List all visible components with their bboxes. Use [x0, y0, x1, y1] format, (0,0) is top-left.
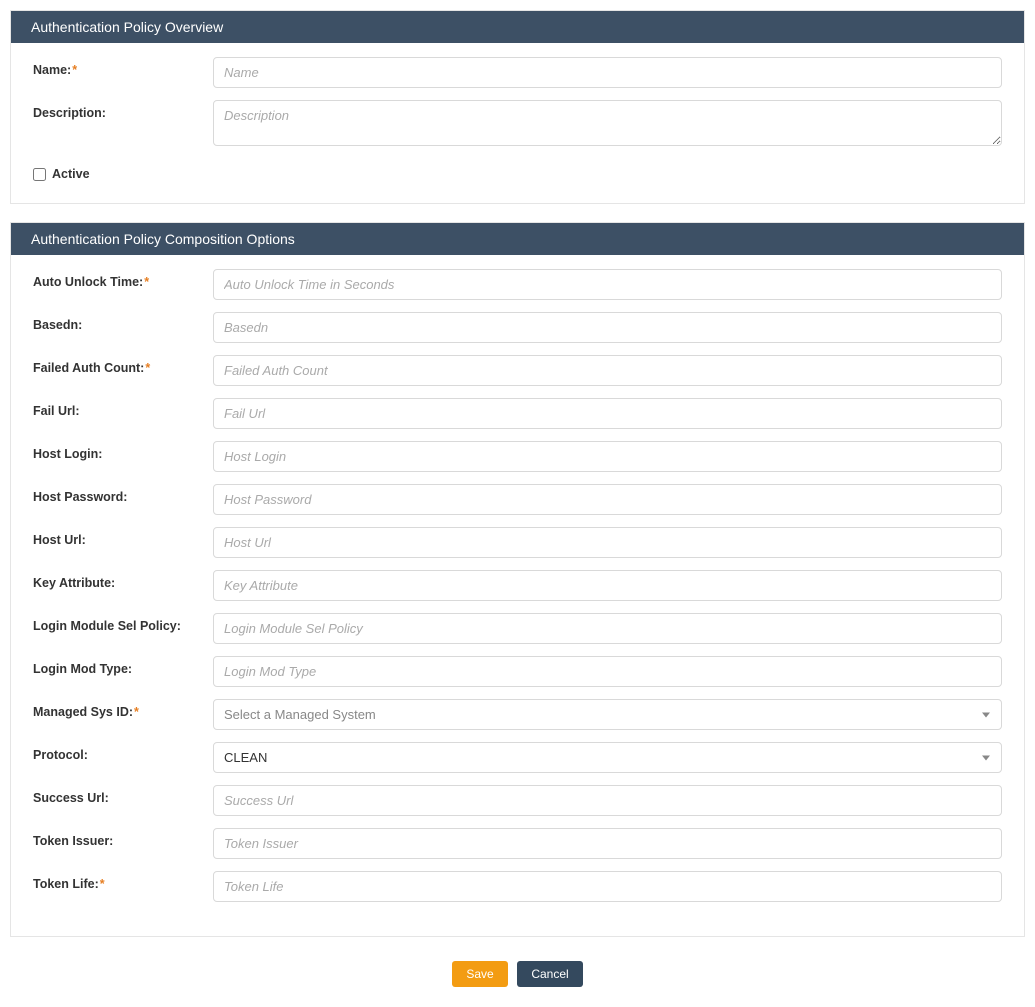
token-life-input[interactable] — [213, 871, 1002, 902]
save-button[interactable]: Save — [452, 961, 507, 987]
failed-auth-count-label: Failed Auth Count:* — [33, 355, 213, 375]
overview-section: Authentication Policy Overview Name:* De… — [10, 10, 1025, 204]
host-login-label: Host Login: — [33, 441, 213, 461]
basedn-row: Basedn: — [33, 312, 1002, 343]
auto-unlock-time-label: Auto Unlock Time:* — [33, 269, 213, 289]
name-label-text: Name: — [33, 63, 71, 77]
host-url-row: Host Url: — [33, 527, 1002, 558]
token-life-row: Token Life:* — [33, 871, 1002, 902]
overview-section-header: Authentication Policy Overview — [11, 11, 1024, 43]
description-label-text: Description: — [33, 106, 106, 120]
overview-section-title: Authentication Policy Overview — [31, 19, 223, 35]
protocol-row: Protocol: CLEAN — [33, 742, 1002, 773]
success-url-row: Success Url: — [33, 785, 1002, 816]
basedn-input[interactable] — [213, 312, 1002, 343]
token-issuer-input[interactable] — [213, 828, 1002, 859]
host-password-row: Host Password: — [33, 484, 1002, 515]
token-issuer-label: Token Issuer: — [33, 828, 213, 848]
composition-section-title: Authentication Policy Composition Option… — [31, 231, 295, 247]
name-label: Name:* — [33, 57, 213, 77]
host-login-input[interactable] — [213, 441, 1002, 472]
name-required-asterisk: * — [72, 63, 77, 77]
description-label: Description: — [33, 100, 213, 120]
composition-section: Authentication Policy Composition Option… — [10, 222, 1025, 937]
protocol-label: Protocol: — [33, 742, 213, 762]
login-mod-type-row: Login Mod Type: — [33, 656, 1002, 687]
managed-sys-id-row: Managed Sys ID:* Select a Managed System — [33, 699, 1002, 730]
active-row[interactable]: Active — [33, 167, 1002, 181]
token-issuer-row: Token Issuer: — [33, 828, 1002, 859]
fail-url-row: Fail Url: — [33, 398, 1002, 429]
login-mod-type-input[interactable] — [213, 656, 1002, 687]
chevron-down-icon — [982, 755, 990, 760]
protocol-select[interactable]: CLEAN — [213, 742, 1002, 773]
managed-sys-id-label: Managed Sys ID:* — [33, 699, 213, 719]
overview-section-body: Name:* Description: Active — [11, 43, 1024, 203]
host-login-row: Host Login: — [33, 441, 1002, 472]
host-password-input[interactable] — [213, 484, 1002, 515]
managed-sys-id-selected: Select a Managed System — [213, 699, 1002, 730]
cancel-button[interactable]: Cancel — [517, 961, 582, 987]
success-url-label: Success Url: — [33, 785, 213, 805]
description-row: Description: — [33, 100, 1002, 149]
key-attribute-input[interactable] — [213, 570, 1002, 601]
protocol-selected: CLEAN — [213, 742, 1002, 773]
failed-auth-count-input[interactable] — [213, 355, 1002, 386]
auto-unlock-time-input[interactable] — [213, 269, 1002, 300]
token-life-label: Token Life:* — [33, 871, 213, 891]
button-row: Save Cancel — [0, 961, 1035, 987]
basedn-label: Basedn: — [33, 312, 213, 332]
name-input[interactable] — [213, 57, 1002, 88]
active-checkbox[interactable] — [33, 168, 46, 181]
name-row: Name:* — [33, 57, 1002, 88]
host-password-label: Host Password: — [33, 484, 213, 504]
description-textarea[interactable] — [213, 100, 1002, 146]
key-attribute-label: Key Attribute: — [33, 570, 213, 590]
auto-unlock-time-row: Auto Unlock Time:* — [33, 269, 1002, 300]
failed-auth-count-row: Failed Auth Count:* — [33, 355, 1002, 386]
login-module-sel-policy-input[interactable] — [213, 613, 1002, 644]
host-url-input[interactable] — [213, 527, 1002, 558]
composition-section-header: Authentication Policy Composition Option… — [11, 223, 1024, 255]
composition-section-body: Auto Unlock Time:* Basedn: Failed Auth C… — [11, 255, 1024, 936]
host-url-label: Host Url: — [33, 527, 213, 547]
key-attribute-row: Key Attribute: — [33, 570, 1002, 601]
login-mod-type-label: Login Mod Type: — [33, 656, 213, 676]
chevron-down-icon — [982, 712, 990, 717]
managed-sys-id-select[interactable]: Select a Managed System — [213, 699, 1002, 730]
login-module-sel-policy-row: Login Module Sel Policy: — [33, 613, 1002, 644]
fail-url-label: Fail Url: — [33, 398, 213, 418]
login-module-sel-policy-label: Login Module Sel Policy: — [33, 613, 213, 633]
fail-url-input[interactable] — [213, 398, 1002, 429]
success-url-input[interactable] — [213, 785, 1002, 816]
active-label: Active — [52, 167, 90, 181]
